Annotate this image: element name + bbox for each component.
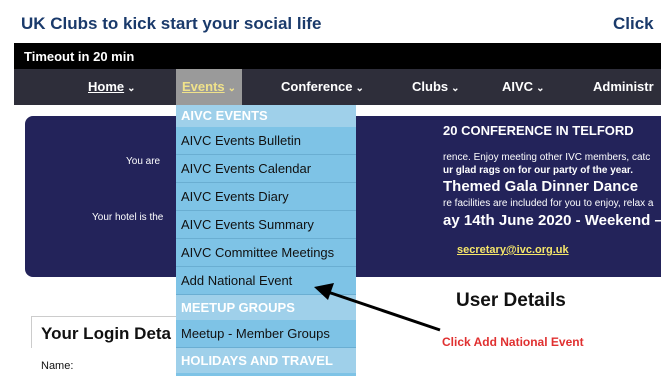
annotation-arrow-icon	[314, 283, 441, 332]
callout-label: Click Add National Event	[442, 335, 584, 349]
page: UK Clubs to kick start your social life …	[0, 0, 661, 376]
